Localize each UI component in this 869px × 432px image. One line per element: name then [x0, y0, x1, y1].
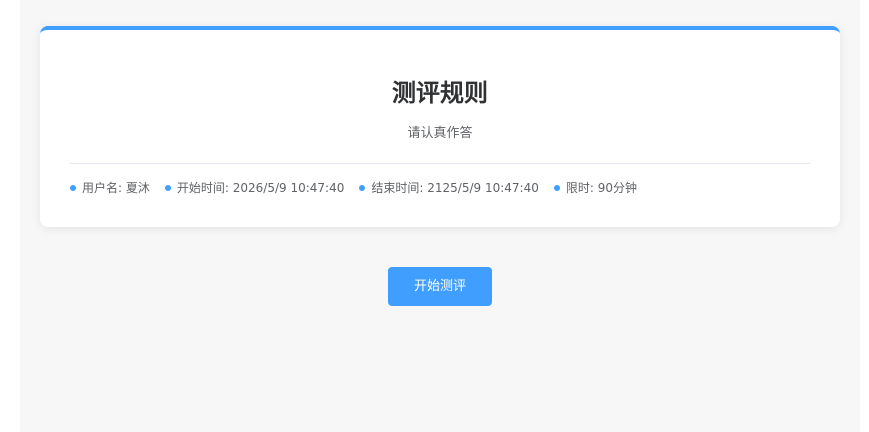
start-assessment-button[interactable]: 开始测评 [388, 267, 492, 306]
page-subtitle: 请认真作答 [407, 126, 473, 141]
bullet-dot-icon [164, 185, 171, 191]
info-item-end-time: 结束时间: 2125/5/9 10:47:40 [359, 180, 539, 196]
info-label: 开始时间: [176, 181, 229, 195]
info-value: 2125/5/9 10:47:40 [427, 181, 539, 195]
info-value: 2026/5/9 10:47:40 [232, 181, 345, 195]
bullet-dot-icon [553, 185, 560, 191]
info-value: 90分钟 [597, 181, 638, 195]
info-label: 结束时间: [371, 181, 424, 195]
page-title: 测评规则 [392, 79, 488, 107]
rules-card: 测评规则 请认真作答 用户名: 夏沐 开始时间: 2026/5/9 10:47:… [40, 26, 840, 227]
info-item-time-limit: 限时: 90分钟 [553, 180, 638, 196]
info-item-username: 用户名: 夏沐 [70, 180, 150, 196]
info-value: 夏沐 [125, 181, 150, 195]
info-item-start-time: 开始时间: 2026/5/9 10:47:40 [164, 180, 345, 196]
info-row: 用户名: 夏沐 开始时间: 2026/5/9 10:47:40 结束时间: 21… [70, 180, 652, 196]
divider [70, 163, 810, 164]
bullet-dot-icon [70, 185, 76, 191]
info-label: 用户名: [82, 181, 123, 195]
page-container: 测评规则 请认真作答 用户名: 夏沐 开始时间: 2026/5/9 10:47:… [20, 0, 860, 432]
info-label: 限时: [565, 181, 594, 195]
bullet-dot-icon [359, 185, 366, 191]
